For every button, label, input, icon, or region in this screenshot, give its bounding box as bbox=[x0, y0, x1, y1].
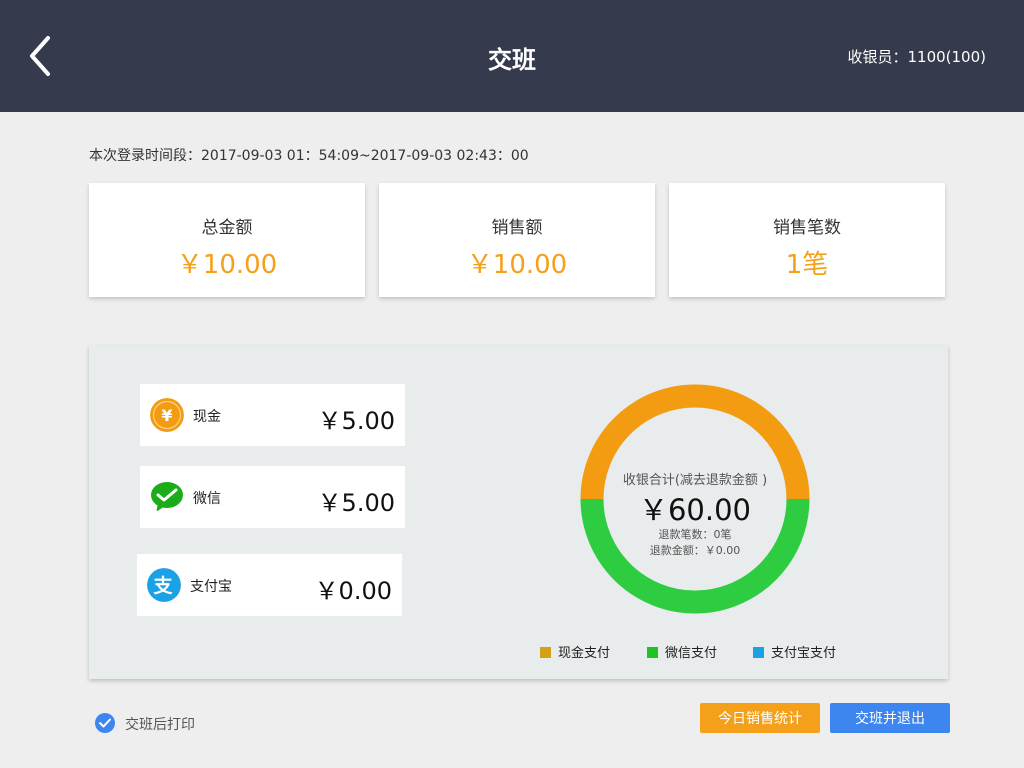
refund-amount: 退款金额：￥0.00 bbox=[649, 544, 741, 557]
stat-card-sales-count: 销售笔数 1笔 bbox=[669, 183, 945, 297]
summary-title: 收银合计(减去退款金额 ) bbox=[622, 473, 768, 488]
wechat-icon bbox=[151, 482, 183, 512]
payment-row-wechat: 微信 ￥5.00 bbox=[140, 466, 405, 528]
legend-item-alipay: 支付宝支付 bbox=[753, 642, 836, 661]
stat-label: 销售额 bbox=[491, 218, 543, 238]
stat-value: ￥10.00 bbox=[466, 250, 568, 280]
legend-label: 支付宝支付 bbox=[771, 646, 837, 661]
stat-value: 1笔 bbox=[785, 250, 829, 280]
legend-label: 现金支付 bbox=[558, 646, 611, 661]
summary-total: ￥60.00 bbox=[638, 493, 752, 527]
legend-label: 微信支付 bbox=[665, 646, 718, 661]
svg-text:¥: ¥ bbox=[161, 406, 172, 425]
legend-swatch bbox=[647, 647, 658, 658]
legend-swatch bbox=[540, 647, 551, 658]
payment-summary-panel: ¥ 现金 ￥5.00 微信 ￥5.00 支 支付宝 ￥0.00 收银合计(减去退… bbox=[89, 345, 948, 679]
donut-center: 收银合计(减去退款金额 ) ￥60.00 退款笔数：0笔 退款金额：￥0.00 bbox=[579, 383, 811, 615]
header-bar: 交班 收银员：1100(100) bbox=[0, 0, 1024, 112]
yuan-coin-icon: ¥ bbox=[150, 398, 184, 432]
payment-amount: ￥0.00 bbox=[314, 577, 392, 605]
refund-count: 退款笔数：0笔 bbox=[658, 528, 732, 541]
legend-swatch bbox=[753, 647, 764, 658]
legend-item-wechat: 微信支付 bbox=[647, 642, 717, 661]
stat-value: ￥10.00 bbox=[176, 250, 278, 280]
payment-name: 现金 bbox=[193, 409, 221, 425]
stat-label: 总金额 bbox=[201, 218, 253, 238]
cashier-label: 收银员：1100(100) bbox=[847, 48, 986, 66]
svg-text:支: 支 bbox=[152, 575, 173, 597]
payment-amount: ￥5.00 bbox=[317, 489, 395, 517]
payment-name: 微信 bbox=[193, 491, 221, 507]
alipay-icon: 支 bbox=[147, 568, 181, 602]
today-sales-stats-button[interactable]: 今日销售统计 bbox=[700, 703, 820, 733]
stat-label: 销售笔数 bbox=[773, 218, 841, 238]
stat-card-sales-amount: 销售额 ￥10.00 bbox=[379, 183, 655, 297]
payment-amount: ￥5.00 bbox=[317, 407, 395, 435]
print-after-shift-checkbox[interactable] bbox=[95, 713, 115, 733]
legend-item-cash: 现金支付 bbox=[540, 642, 610, 661]
stat-card-total-amount: 总金额 ￥10.00 bbox=[89, 183, 365, 297]
payment-name: 支付宝 bbox=[190, 579, 232, 595]
login-period-text: 本次登录时间段：2017-09-03 01：54:09~2017-09-03 0… bbox=[89, 148, 529, 164]
payment-row-alipay: 支 支付宝 ￥0.00 bbox=[137, 554, 402, 616]
payment-row-cash: ¥ 现金 ￥5.00 bbox=[140, 384, 405, 446]
shift-and-exit-button[interactable]: 交班并退出 bbox=[830, 703, 950, 733]
print-after-shift-label: 交班后打印 bbox=[125, 717, 195, 733]
payment-donut-chart: 收银合计(减去退款金额 ) ￥60.00 退款笔数：0笔 退款金额：￥0.00 bbox=[579, 383, 811, 615]
